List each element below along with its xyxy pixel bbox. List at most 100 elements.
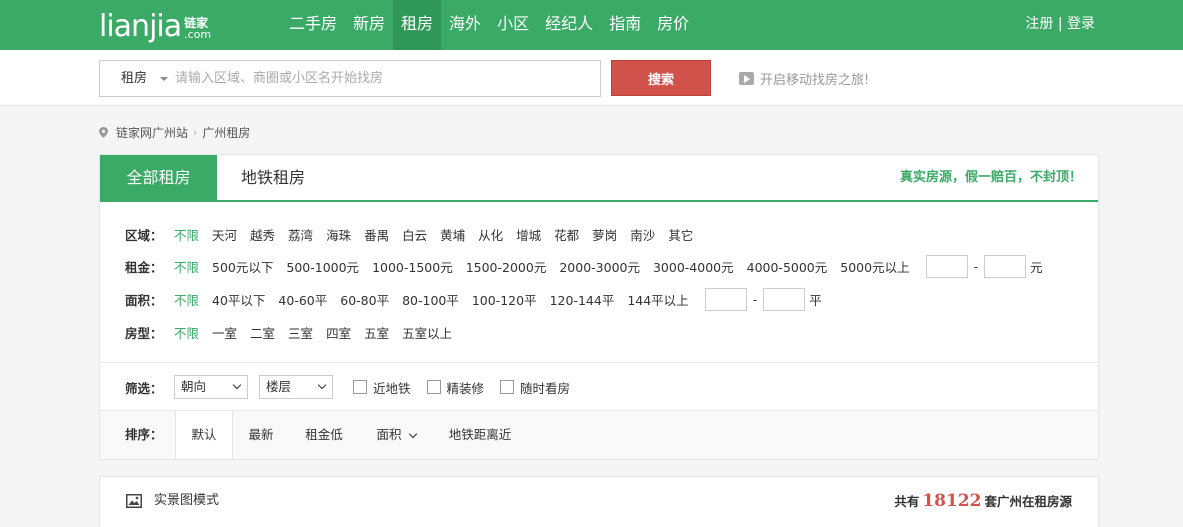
filter-option[interactable]: 从化 <box>478 225 503 244</box>
breadcrumb-home[interactable]: 链家网广州站 <box>116 124 188 141</box>
near-subway-checkbox[interactable] <box>353 380 367 394</box>
filter-option[interactable]: 120-144平 <box>550 290 615 309</box>
filter-option[interactable]: 500元以下 <box>212 257 273 276</box>
filter-option[interactable]: 不限 <box>174 323 199 342</box>
logo-domain: .com <box>184 28 212 41</box>
chevron-down-icon <box>317 380 327 390</box>
rent-max-input[interactable] <box>984 254 1027 278</box>
sort-default[interactable]: 默认 <box>175 411 233 459</box>
tab-all-rent[interactable]: 全部租房 <box>100 155 217 200</box>
sort-label: 排序： <box>125 427 163 442</box>
filter-option[interactable]: 天河 <box>212 225 237 244</box>
filter-option[interactable]: 不限 <box>174 290 199 309</box>
filter-option[interactable]: 四室 <box>326 323 351 342</box>
rent-min-input[interactable] <box>925 254 968 278</box>
logo-wordmark: lianjia <box>99 9 182 44</box>
screen-label: 筛选： <box>125 380 163 396</box>
chevron-down-icon <box>232 380 242 390</box>
filter-option[interactable]: 不限 <box>174 257 199 276</box>
nav-item-overseas[interactable]: 海外 <box>441 0 489 50</box>
breadcrumb-current[interactable]: 广州租房 <box>202 124 250 141</box>
size-max-input[interactable] <box>763 287 806 311</box>
filter-option[interactable]: 五室 <box>364 323 389 342</box>
chevron-down-icon <box>408 429 417 439</box>
caret-down-icon[interactable] <box>160 77 168 81</box>
login-link[interactable]: 登录 <box>1067 16 1095 32</box>
decorated-checkbox[interactable] <box>426 380 441 394</box>
nav-item-second-hand[interactable]: 二手房 <box>281 0 345 50</box>
search-type-dropdown[interactable]: 租房 <box>121 61 147 96</box>
register-link[interactable]: 注册 <box>1025 16 1053 32</box>
filter-option[interactable]: 花都 <box>554 225 579 244</box>
search-input[interactable] <box>175 61 595 96</box>
filter-row-room: 房型： 不限 一室 二室 三室 四室 五室 五室以上 <box>125 322 465 342</box>
filter-row-size: 面积： 不限 40平以下 40-60平 60-80平 80-100平 100-1… <box>125 287 822 311</box>
nav-item-agent[interactable]: 经纪人 <box>537 0 601 50</box>
tab-bar: 全部租房 地铁租房 真实房源，假一赔百，不封顶！ <box>100 155 1098 202</box>
filter-option[interactable]: 越秀 <box>250 225 275 244</box>
filter-option[interactable]: 100-120平 <box>472 290 537 309</box>
filter-option[interactable]: 4000-5000元 <box>747 257 828 276</box>
filter-option[interactable]: 500-1000元 <box>286 257 359 276</box>
tab-subway-rent[interactable]: 地铁租房 <box>231 155 315 200</box>
size-min-input[interactable] <box>704 287 747 311</box>
filter-option[interactable]: 3000-4000元 <box>653 257 734 276</box>
sort-subway-distance[interactable]: 地铁距离近 <box>444 411 516 459</box>
nav-item-new-house[interactable]: 新房 <box>345 0 393 50</box>
nav-item-rent[interactable]: 租房 <box>393 0 442 50</box>
orientation-select[interactable]: 朝向 <box>174 375 248 399</box>
filter-option[interactable]: 5000元以上 <box>840 257 909 276</box>
nav-item-price[interactable]: 房价 <box>649 0 697 50</box>
filter-option[interactable]: 三室 <box>288 323 313 342</box>
sort-lowest-rent-label: 租金低 <box>305 427 343 442</box>
filter-option[interactable]: 2000-3000元 <box>559 257 640 276</box>
lianjia-logo[interactable]: lianjia 链家 .com <box>99 8 211 42</box>
filter-option[interactable]: 萝岗 <box>592 225 617 244</box>
filter-option[interactable]: 40平以下 <box>212 290 265 309</box>
filter-option[interactable]: 荔湾 <box>288 225 313 244</box>
filter-option[interactable]: 1000-1500元 <box>372 257 453 276</box>
range-dash: - <box>973 258 979 274</box>
filter-option[interactable]: 海珠 <box>326 225 351 244</box>
filter-label: 租金： <box>125 259 163 275</box>
sort-area-label: 面积 <box>376 427 402 442</box>
filter-option[interactable]: 二室 <box>250 323 275 342</box>
mobile-app-label: 开启移动找房之旅! <box>760 73 870 88</box>
play-icon <box>739 72 754 85</box>
filter-panel: 全部租房 地铁租房 真实房源，假一赔百，不封顶！ 区域： 不限 天河 越秀 荔湾… <box>99 154 1099 460</box>
top-navigation-bar: lianjia 链家 .com 二手房 新房 租房 海外 小区 经纪人 指南 房… <box>0 0 1183 50</box>
filter-option[interactable]: 黄埔 <box>440 225 465 244</box>
filter-option[interactable]: 一室 <box>212 323 237 342</box>
nav-item-community[interactable]: 小区 <box>489 0 537 50</box>
filter-option[interactable]: 40-60平 <box>278 290 327 309</box>
filter-option[interactable]: 80-100平 <box>402 290 459 309</box>
filter-option[interactable]: 1500-2000元 <box>466 257 547 276</box>
filter-option[interactable]: 不限 <box>174 225 199 244</box>
filter-option[interactable]: 五室以上 <box>402 323 452 342</box>
decorated-label[interactable]: 精装修 <box>447 378 485 397</box>
sort-newest[interactable]: 最新 <box>242 411 280 459</box>
image-mode-toggle[interactable]: 实景图模式 <box>154 477 219 525</box>
near-subway-label[interactable]: 近地铁 <box>373 378 411 397</box>
filter-row-rent: 租金： 不限 500元以下 500-1000元 1000-1500元 1500-… <box>125 254 1043 278</box>
search-button[interactable]: 搜索 <box>611 60 711 96</box>
promo-text: 真实房源，假一赔百，不封顶！ <box>899 170 1082 185</box>
search-bar: 租房 搜索 开启移动找房之旅! <box>0 50 1183 106</box>
filter-option[interactable]: 增城 <box>516 225 541 244</box>
mobile-app-link[interactable]: 开启移动找房之旅! <box>739 69 869 88</box>
filter-option[interactable]: 144平以上 <box>627 290 688 309</box>
filter-option[interactable]: 白云 <box>402 225 427 244</box>
anytime-viewing-label[interactable]: 随时看房 <box>520 378 570 397</box>
filter-label: 面积： <box>125 292 163 308</box>
size-unit: 平 <box>809 292 822 308</box>
filter-option[interactable]: 番禺 <box>364 225 389 244</box>
sort-lowest-rent[interactable]: 租金低 <box>298 411 350 459</box>
anytime-viewing-checkbox[interactable] <box>500 380 515 394</box>
filter-option[interactable]: 南沙 <box>630 225 655 244</box>
chevron-right-icon: › <box>193 126 198 139</box>
filter-option[interactable]: 其它 <box>668 225 693 244</box>
filter-option[interactable]: 60-80平 <box>340 290 389 309</box>
sort-area[interactable]: 面积 <box>368 411 424 459</box>
floor-select[interactable]: 楼层 <box>259 375 333 399</box>
nav-item-guide[interactable]: 指南 <box>601 0 649 50</box>
